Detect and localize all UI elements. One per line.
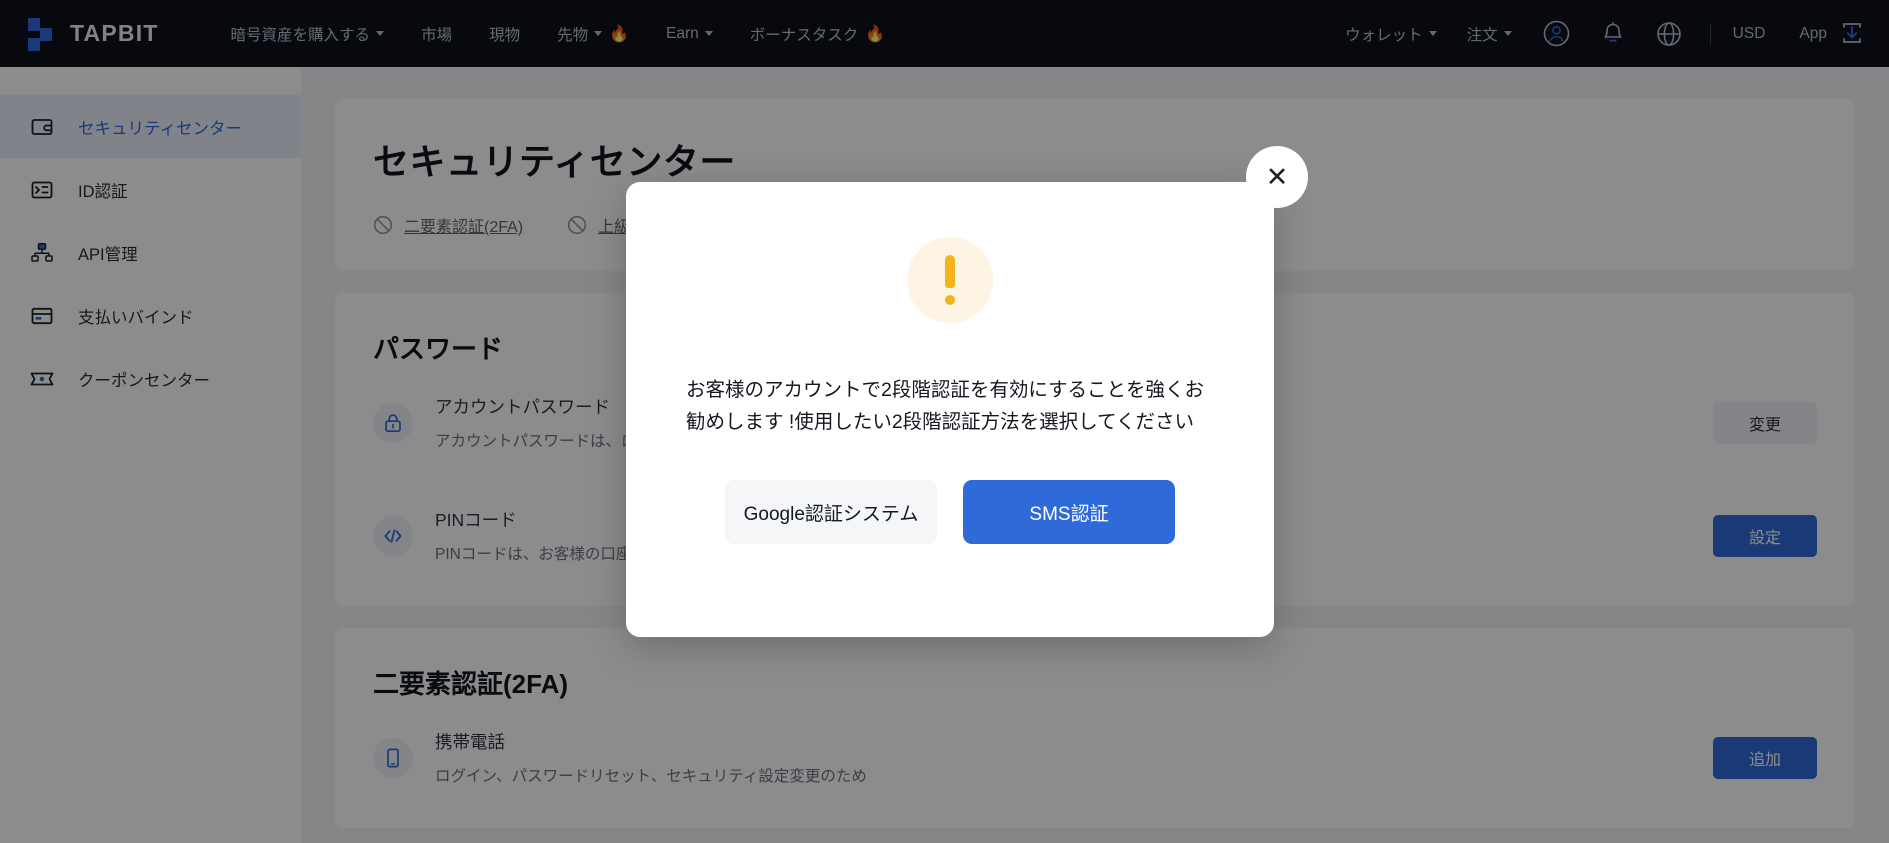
modal-actions: Google認証システム SMS認証 xyxy=(626,480,1274,545)
google-authenticator-button[interactable]: Google認証システム xyxy=(725,480,937,545)
modal-message: お客様のアカウントで2段階認証を有効にすることを強くお勧めします !使用したい2… xyxy=(686,379,1205,433)
app-root: TAPBIT 暗号資産を購入する 市場 現物 先物 🔥 Earn ボーナスタスク… xyxy=(0,0,1889,843)
two-factor-prompt-modal: ✕ お客様のアカウントで2段階認証を有効にすることを強くお勧めします !使用した… xyxy=(626,146,1308,637)
modal-icon-area xyxy=(626,182,1274,323)
close-icon[interactable]: ✕ xyxy=(1246,146,1308,208)
sms-authentication-button[interactable]: SMS認証 xyxy=(963,480,1175,545)
warning-exclamation-icon xyxy=(907,237,993,323)
